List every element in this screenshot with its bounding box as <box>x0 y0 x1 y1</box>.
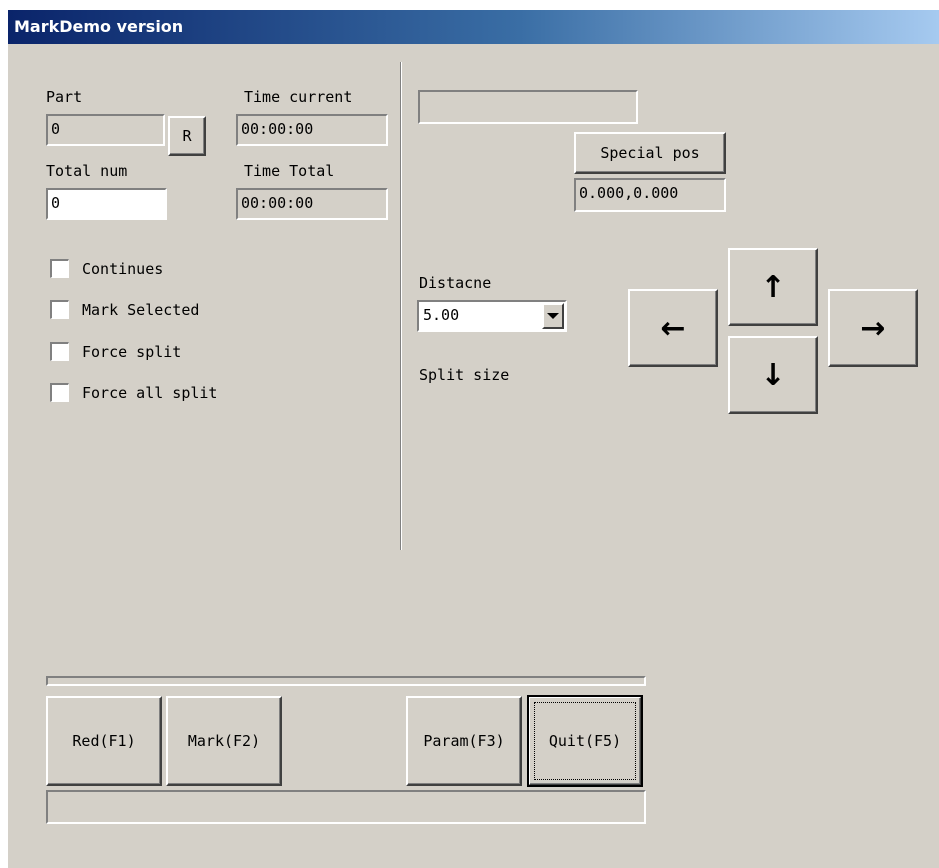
force-all-split-label: Force all split <box>82 383 218 402</box>
progress-bar <box>46 676 646 686</box>
status-display-field <box>418 90 638 124</box>
total-num-input[interactable]: 0 <box>46 188 167 220</box>
dropdown-icon[interactable] <box>542 303 564 329</box>
force-split-checkbox[interactable]: Force split <box>50 342 181 361</box>
param-f3-button[interactable]: Param(F3) <box>406 696 522 786</box>
part-field: 0 <box>46 114 165 146</box>
vertical-separator <box>400 62 402 550</box>
status-bar-field <box>46 790 646 824</box>
window-title: MarkDemo version <box>14 17 184 36</box>
force-all-split-checkbox-box[interactable] <box>50 383 69 402</box>
mark-selected-label: Mark Selected <box>82 300 200 319</box>
time-current-label: Time current <box>244 88 353 106</box>
mark-selected-checkbox-box[interactable] <box>50 300 69 319</box>
markdemo-window: MarkDemo version Part 0 R Time current 0… <box>8 10 939 868</box>
time-total-label: Time Total <box>244 162 335 180</box>
force-split-checkbox-box[interactable] <box>50 342 69 361</box>
quit-f5-button[interactable]: Quit(F5) <box>527 695 643 787</box>
distance-label: Distacne <box>419 274 492 292</box>
move-left-button[interactable]: ← <box>628 289 718 367</box>
arrow-down-icon: ↓ <box>760 357 786 393</box>
part-label: Part <box>46 88 83 106</box>
red-f1-button[interactable]: Red(F1) <box>46 696 162 786</box>
arrow-up-icon: ↑ <box>760 269 786 305</box>
special-pos-button[interactable]: Special pos <box>574 132 726 174</box>
arrow-right-icon: → <box>860 310 886 346</box>
distance-value: 5.00 <box>423 306 460 324</box>
move-down-button[interactable]: ↓ <box>728 336 818 414</box>
time-current-field: 00:00:00 <box>236 114 388 146</box>
title-bar[interactable]: MarkDemo version <box>8 10 939 44</box>
split-size-label: Split size <box>419 366 510 384</box>
total-num-label: Total num <box>46 162 128 180</box>
distance-combobox[interactable]: 5.00 <box>417 300 567 332</box>
continues-checkbox-box[interactable] <box>50 259 69 278</box>
special-pos-field: 0.000,0.000 <box>574 178 726 212</box>
force-all-split-checkbox[interactable]: Force all split <box>50 383 217 402</box>
r-button[interactable]: R <box>168 116 206 156</box>
mark-f2-button[interactable]: Mark(F2) <box>166 696 282 786</box>
continues-label: Continues <box>82 259 164 278</box>
time-total-field: 00:00:00 <box>236 188 388 220</box>
move-right-button[interactable]: → <box>828 289 918 367</box>
move-up-button[interactable]: ↑ <box>728 248 818 326</box>
mark-selected-checkbox[interactable]: Mark Selected <box>50 300 199 319</box>
arrow-left-icon: ← <box>660 310 686 346</box>
force-split-label: Force split <box>82 342 182 361</box>
continues-checkbox[interactable]: Continues <box>50 259 163 278</box>
focus-rect <box>534 702 636 780</box>
